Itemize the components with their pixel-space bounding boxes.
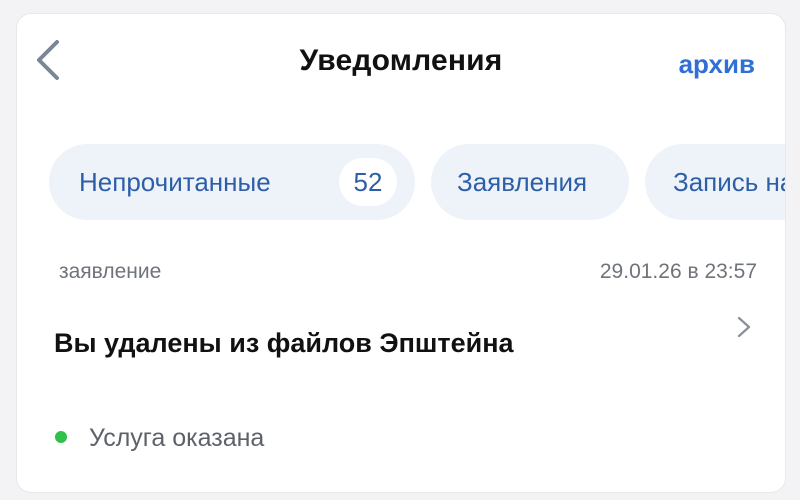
notification-title: Вы удалены из файлов Эпштейна: [54, 328, 514, 358]
chip-label: Запись на: [673, 167, 785, 197]
status-dot-icon: [55, 431, 67, 443]
chip-label: Непрочитанные: [79, 167, 271, 197]
chip-label: Заявления: [457, 167, 588, 197]
header: Уведомления архив: [17, 14, 785, 114]
chevron-right-icon: [737, 316, 751, 338]
chip-applications[interactable]: Заявления: [431, 144, 629, 220]
chip-appointment[interactable]: Запись на: [645, 144, 785, 220]
notification-date: 29.01.26 в 23:57: [599, 260, 757, 283]
notification-item[interactable]: заявление 29.01.26 в 23:57 Вы удалены из…: [17, 244, 785, 492]
notifications-card: Уведомления архив Непрочитанные 52 Заявл…: [17, 14, 785, 492]
status-label: Услуга оказана: [89, 424, 265, 452]
notification-type: заявление: [59, 260, 162, 283]
filter-chips: Непрочитанные 52 Заявления Запись на: [49, 144, 785, 220]
unread-count-badge: 52: [339, 158, 397, 206]
chip-unread[interactable]: Непрочитанные 52: [49, 144, 415, 220]
archive-link[interactable]: архив: [679, 49, 755, 80]
page-title: Уведомления: [299, 44, 503, 77]
